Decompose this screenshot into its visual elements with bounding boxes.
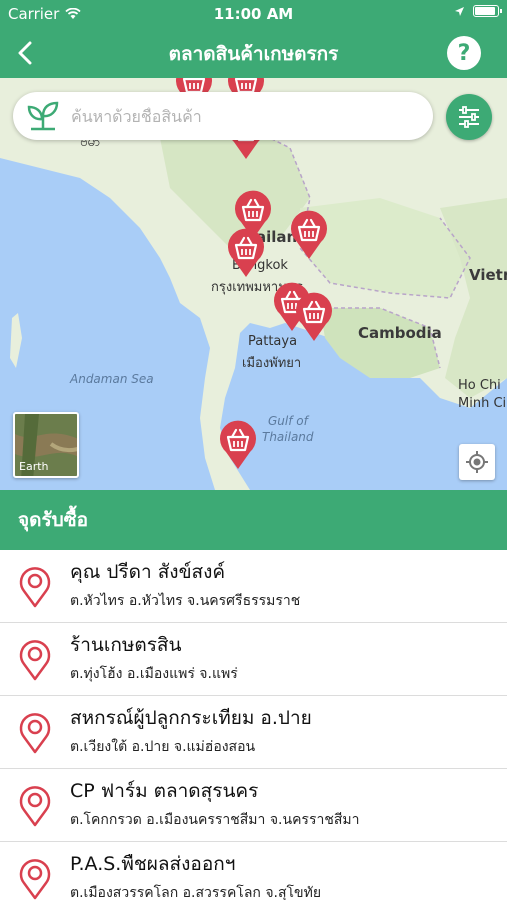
search-input[interactable] [71, 106, 401, 126]
list-item[interactable]: P.A.S.พืชผลส่งออกฯ ต.เมืองสวรรคโลก อ.สวร… [0, 842, 507, 900]
map-label-pattaya: Pattaya [248, 334, 298, 349]
earth-view-toggle[interactable]: Earth [13, 412, 79, 478]
location-name: คุณ ปรีดา สังข์สงค์ [70, 561, 226, 583]
search-bar [13, 92, 433, 140]
chevron-left-icon [18, 41, 32, 65]
sliders-icon [459, 106, 479, 128]
map-label-gulf-1: Gulf of [268, 414, 308, 428]
location-address: ต.โคกกรวด อ.เมืองนครราชสีมา จ.นครราชสีมา [70, 812, 360, 828]
location-name: CP ฟาร์ม ตลาดสุรนคร [70, 780, 259, 802]
question-icon: ? [457, 40, 471, 66]
location-address: ต.เมืองสวรรคโลก อ.สวรรคโลก จ.สุโขทัย [70, 885, 322, 900]
location-name: P.A.S.พืชผลส่งออกฯ [70, 853, 236, 875]
battery-icon [473, 5, 502, 17]
map-label-gulf-2: Thailand [262, 430, 314, 444]
map-view[interactable]: ဗမာ ailan Bangkok กรุงเทพมหานคร Pattaya … [0, 78, 507, 490]
my-location-button[interactable] [459, 444, 495, 480]
clock: 11:00 AM [213, 5, 294, 23]
basket-pin-9[interactable] [218, 420, 258, 470]
map-label-vietnam: Vietn [469, 266, 507, 284]
help-button[interactable]: ? [447, 36, 481, 70]
list-item[interactable]: คุณ ปรีดา สังข์สงค์ ต.หัวไทร อ.หัวไทร จ.… [0, 550, 507, 623]
list-item[interactable]: สหกรณ์ผู้ปลูกกระเทียม อ.ปาย ต.เวียงใต้ อ… [0, 696, 507, 769]
basket-pin-6[interactable] [226, 228, 266, 278]
map-label-pattaya-th: เมืองพัทยา [242, 356, 302, 371]
map-label-cambodia: Cambodia [358, 324, 442, 342]
location-list: คุณ ปรีดา สังข์สงค์ ต.หัวไทร อ.หัวไทร จ.… [0, 550, 507, 900]
map-pin-icon [19, 567, 51, 608]
location-address: ต.เวียงใต้ อ.ปาย จ.แม่ฮ่องสอน [70, 739, 256, 755]
list-item[interactable]: ร้านเกษตรสิน ต.ทุ่งโฮ้ง อ.เมืองแพร่ จ.แพ… [0, 623, 507, 696]
nav-bar: ตลาดสินค้าเกษตรกร ? [0, 28, 507, 78]
earth-label: Earth [19, 460, 49, 473]
location-name: ร้านเกษตรสิน [70, 634, 182, 656]
map-label-hcm-1: Ho Chi [458, 378, 501, 393]
crosshair-icon [466, 451, 488, 473]
section-header: จุดรับซื้อ [0, 490, 507, 550]
map-label-hcm-2: Minh Ci [458, 396, 507, 411]
page-title: ตลาดสินค้าเกษตรกร [168, 43, 339, 65]
map-pin-icon [19, 859, 51, 900]
map-pin-icon [19, 786, 51, 827]
location-arrow-icon [455, 6, 464, 16]
location-name: สหกรณ์ผู้ปลูกกระเทียม อ.ปาย [70, 707, 312, 729]
leaf-icon [23, 96, 63, 136]
back-button[interactable] [8, 36, 42, 70]
list-item[interactable]: CP ฟาร์ม ตลาดสุรนคร ต.โคกกรวด อ.เมืองนคร… [0, 769, 507, 842]
map-pin-icon [19, 713, 51, 754]
location-address: ต.ทุ่งโฮ้ง อ.เมืองแพร่ จ.แพร่ [70, 666, 238, 682]
map-pin-icon [19, 640, 51, 681]
map-label-andaman: Andaman Sea [70, 372, 154, 386]
basket-pin-8[interactable] [294, 292, 334, 342]
filter-button[interactable] [446, 94, 492, 140]
status-bar: Carrier 11:00 AM [0, 0, 507, 28]
basket-pin-5[interactable] [289, 210, 329, 260]
location-address: ต.หัวไทร อ.หัวไทร จ.นครศรีธรรมราช [70, 593, 301, 609]
status-right [454, 5, 502, 17]
